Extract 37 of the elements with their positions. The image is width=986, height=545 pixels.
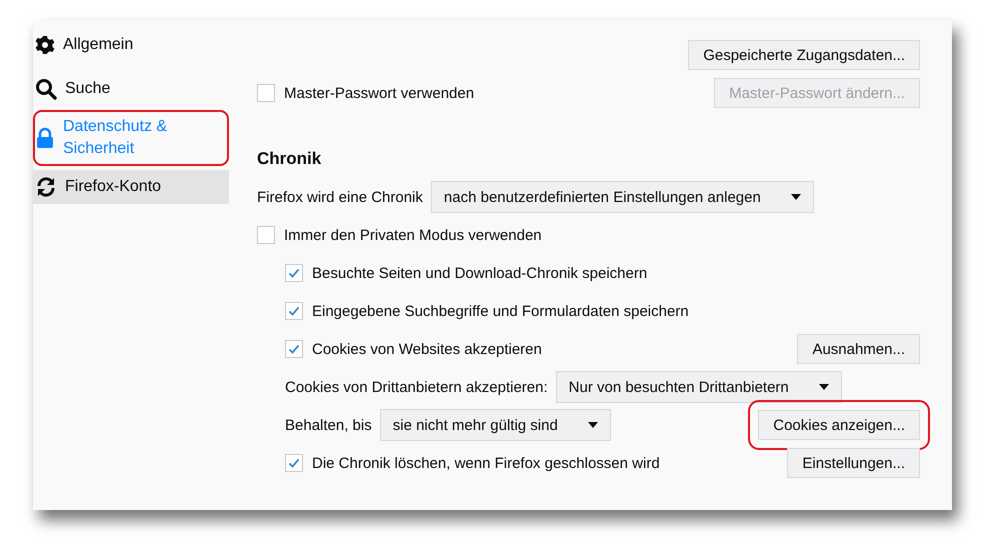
checkbox-label: Immer den Privaten Modus verwenden	[284, 226, 542, 244]
checkbox[interactable]	[257, 84, 275, 102]
field-label: Firefox wird eine Chronik	[257, 188, 423, 206]
sync-icon	[35, 176, 57, 198]
caret-icon	[790, 194, 801, 200]
dialog-button[interactable]: Cookies anzeigen...	[758, 410, 920, 440]
checkbox[interactable]	[285, 454, 303, 472]
checkbox[interactable]	[257, 226, 275, 244]
caret-icon	[588, 422, 598, 428]
lock-icon	[35, 127, 55, 149]
checkbox-label: Master-Passwort verwenden	[284, 84, 474, 102]
checkbox-label: Cookies von Websites akzeptieren	[312, 340, 542, 358]
checkbox[interactable]	[285, 340, 303, 358]
dropdown[interactable]: nach benutzerdefinierten Einstellungen anlegen	[430, 181, 814, 213]
check-icon	[288, 267, 300, 279]
field-label: Cookies von Drittanbietern akzeptieren:	[285, 378, 548, 396]
dialog-button[interactable]: Gespeicherte Zugangsdaten...	[688, 40, 920, 70]
dialog-button[interactable]: Ausnahmen...	[797, 334, 920, 364]
check-icon	[288, 305, 300, 317]
checkbox-label: Eingegebene Suchbegriffe und Formulardaten speichern	[312, 302, 689, 320]
search-icon	[35, 78, 57, 100]
checkbox[interactable]	[285, 264, 303, 282]
dialog-button[interactable]: Einstellungen...	[787, 448, 920, 478]
caret-icon	[818, 384, 829, 390]
dropdown[interactable]: sie nicht mehr gültig sind	[380, 409, 611, 441]
checkbox-label: Besuchte Seiten und Download-Chronik speichern	[312, 264, 648, 282]
sidebar-item[interactable]: Allgemein	[33, 28, 229, 62]
sidebar-item[interactable]: Firefox-Konto	[33, 170, 229, 204]
gear-icon	[35, 35, 55, 55]
field-label: Behalten, bis	[285, 416, 372, 434]
sidebar-item[interactable]: Suche	[33, 72, 229, 106]
check-icon	[288, 343, 300, 355]
checkbox-label: Die Chronik löschen, wenn Firefox geschlossen wird	[312, 454, 660, 472]
checkbox[interactable]	[285, 302, 303, 320]
check-icon	[288, 457, 300, 469]
dropdown[interactable]: Nur von besuchten Drittanbietern	[556, 371, 842, 403]
section-heading: Chronik	[257, 149, 322, 169]
